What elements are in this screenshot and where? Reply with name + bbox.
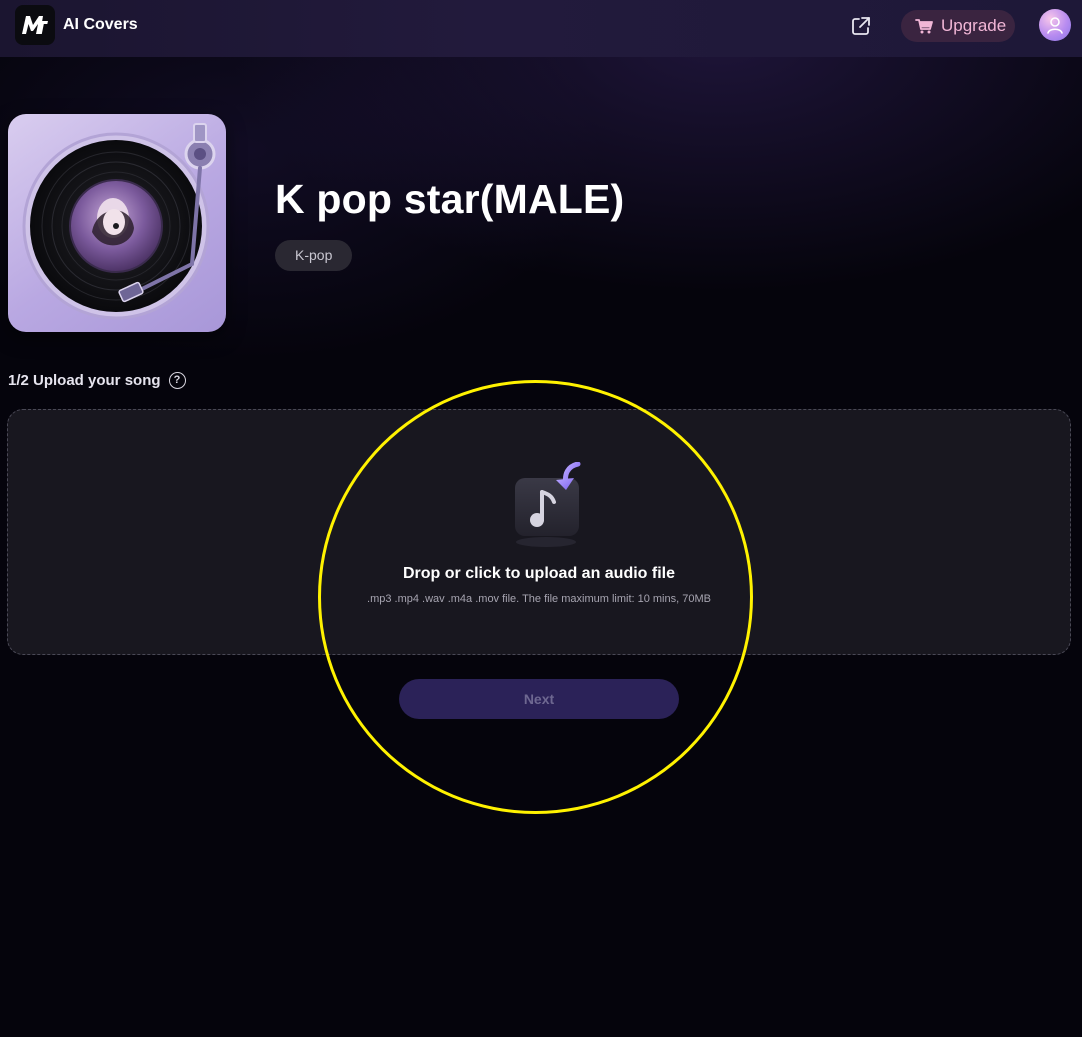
external-link-icon [852,17,870,35]
app-title: AI Covers [63,16,138,33]
voice-cover-image [8,114,226,332]
upload-dropzone[interactable]: Drop or click to upload an audio file .m… [7,409,1071,655]
drop-title: Drop or click to upload an audio file [402,565,676,582]
logo-mark-icon [22,16,48,34]
turntable-record-image [22,123,216,320]
top-bar: AI Covers Upgrade [0,0,1082,57]
share-button[interactable] [847,12,875,40]
upgrade-label: Upgrade [941,16,1007,35]
help-icon[interactable]: ? [168,372,186,389]
upgrade-button[interactable]: Upgrade [901,10,1015,42]
drop-hint: .mp3 .mp4 .wav .m4a .mov file. The file … [367,593,711,605]
user-avatar[interactable] [1039,9,1071,41]
app-logo[interactable] [15,5,55,45]
genre-tag: K-pop [275,240,353,271]
step-label-text: 1/2 Upload your song [8,372,161,389]
music-note-upload-icon [515,462,581,547]
page: AI Covers Upgrade K pop star(MALE) K-pop… [0,0,1082,1037]
step-heading: 1/2 Upload your song ? [8,372,186,389]
user-icon [1047,17,1063,34]
voice-title: K pop star(MALE) [275,176,625,222]
cart-icon [915,19,933,34]
next-button[interactable]: Next [399,679,679,719]
